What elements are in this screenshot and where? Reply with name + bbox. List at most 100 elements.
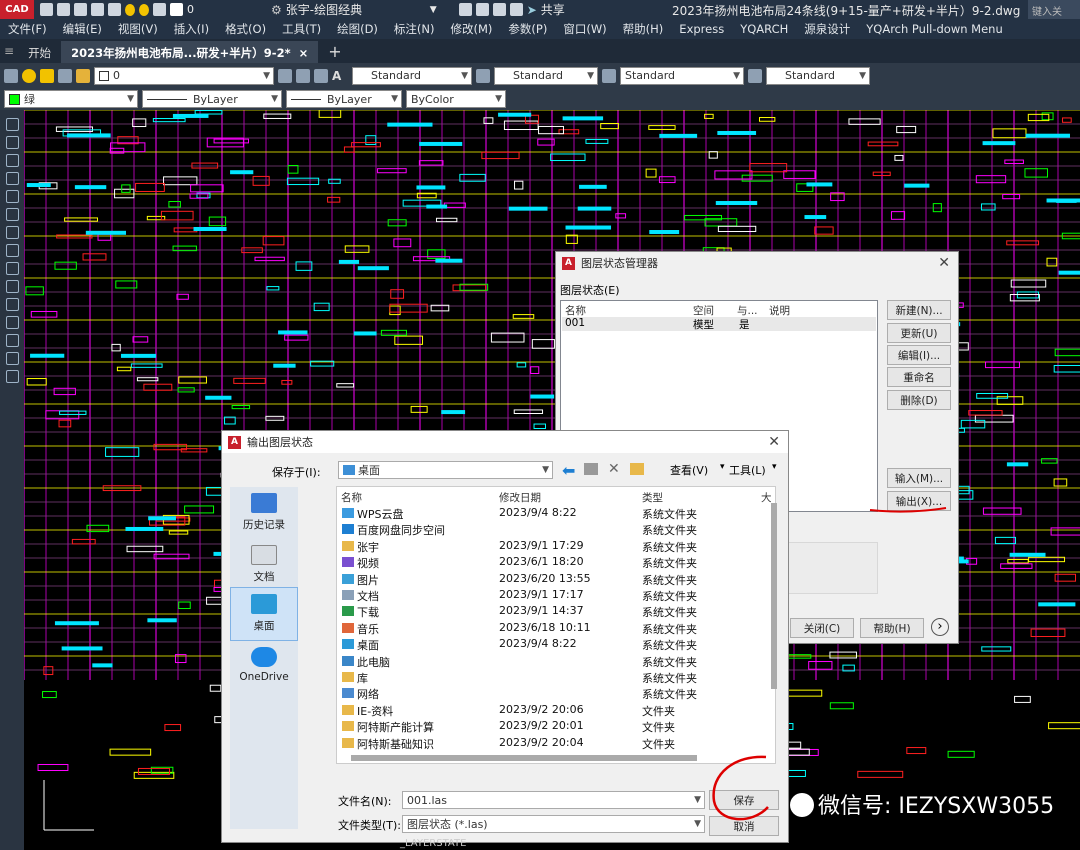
- list-item[interactable]: 库 系统文件夹: [337, 669, 757, 685]
- hatch-tool-icon[interactable]: [5, 298, 19, 311]
- sun-icon[interactable]: [40, 68, 54, 83]
- back-icon[interactable]: ⬅: [562, 461, 575, 480]
- column-header-name[interactable]: 名称: [341, 490, 362, 505]
- menu-item[interactable]: 标注(N): [386, 21, 443, 37]
- menu-item[interactable]: 工具(T): [274, 21, 329, 37]
- horizontal-scrollbar[interactable]: [351, 755, 697, 761]
- circle-tool-icon[interactable]: [5, 208, 19, 221]
- chevron-down-icon[interactable]: ▾: [772, 462, 777, 472]
- close-icon[interactable]: ✕: [938, 255, 950, 271]
- list-item[interactable]: 张宇 2023/9/1 17:29 系统文件夹: [337, 538, 757, 554]
- tools-menu[interactable]: 工具(L): [729, 462, 766, 478]
- mleader-style-dropdown[interactable]: Standard ▼: [766, 66, 870, 85]
- menu-item[interactable]: 源泉设计: [796, 21, 858, 37]
- layer-properties-icon[interactable]: [4, 68, 18, 83]
- viewport-icon[interactable]: [58, 68, 72, 83]
- list-item[interactable]: 下载 2023/9/1 14:37 系统文件夹: [337, 603, 757, 619]
- filetype-dropdown[interactable]: 图层状态 (*.las) ▼: [402, 815, 705, 833]
- region-tool-icon[interactable]: [5, 316, 19, 329]
- menu-item[interactable]: YQARCH: [732, 22, 796, 36]
- polygon-tool-icon[interactable]: [5, 172, 19, 185]
- table-tool-icon[interactable]: [5, 334, 19, 347]
- place-onedrive[interactable]: OneDrive: [230, 647, 298, 683]
- text-style-icon[interactable]: A: [332, 69, 348, 83]
- column-header-match[interactable]: 与...: [737, 303, 758, 318]
- menu-item[interactable]: 视图(V): [110, 21, 166, 37]
- spline-tool-icon[interactable]: [5, 226, 19, 239]
- file-list[interactable]: 名称 修改日期 类型 大 WPS云盘 2023/9/4 8:22 系统文件夹 百度网盘…: [336, 486, 777, 764]
- mleader-style-icon[interactable]: [748, 68, 762, 83]
- text-tool-icon[interactable]: [5, 352, 19, 365]
- command-line[interactable]: _LAYERSTATE: [400, 838, 466, 849]
- list-item[interactable]: 图片 2023/6/20 13:55 系统文件夹: [337, 571, 757, 587]
- new-tab-button[interactable]: +: [318, 42, 351, 63]
- column-header-size[interactable]: 大: [761, 490, 772, 505]
- save-in-dropdown[interactable]: 桌面 ▼: [338, 461, 553, 479]
- publish-icon[interactable]: [475, 3, 489, 16]
- list-item[interactable]: 音乐 2023/6/18 10:11 系统文件夹: [337, 620, 757, 636]
- menu-item[interactable]: 窗口(W): [555, 21, 614, 37]
- app-logo[interactable]: CAD: [0, 0, 34, 19]
- ellipse-tool-icon[interactable]: [5, 244, 19, 257]
- new-button[interactable]: 新建(N)...: [887, 300, 951, 320]
- arc-tool-icon[interactable]: [5, 154, 19, 167]
- filename-input[interactable]: 001.las ▼: [402, 791, 705, 809]
- layer-lock-icon[interactable]: [153, 3, 166, 16]
- menu-item[interactable]: 编辑(E): [55, 21, 110, 37]
- tab-start[interactable]: 开始: [18, 41, 61, 63]
- chevron-down-icon[interactable]: ▼: [430, 5, 437, 15]
- list-item[interactable]: IE-资料 2023/9/2 20:06 文件夹: [337, 702, 757, 718]
- line-tool-icon[interactable]: [5, 118, 19, 131]
- place-history[interactable]: 历史记录: [230, 493, 298, 532]
- menu-item[interactable]: 修改(M): [443, 21, 501, 37]
- list-item[interactable]: 阿特斯基础知识 2023/9/2 20:04 文件夹: [337, 735, 757, 751]
- close-icon[interactable]: ✕: [768, 434, 780, 450]
- sheet-icon[interactable]: [458, 3, 472, 16]
- view-menu[interactable]: 查看(V): [670, 462, 708, 478]
- layer-dropdown[interactable]: 0 ▼: [94, 66, 274, 85]
- layer-on-icon[interactable]: [125, 3, 135, 16]
- move-tool-icon[interactable]: [5, 370, 19, 383]
- new-file-icon[interactable]: [40, 3, 53, 16]
- delete-icon[interactable]: ✕: [608, 461, 620, 477]
- vertical-scrollbar[interactable]: [771, 503, 777, 689]
- list-item[interactable]: 视频 2023/6/1 18:20 系统文件夹: [337, 554, 757, 570]
- layer-state-icon[interactable]: [278, 68, 292, 83]
- close-icon[interactable]: ×: [299, 46, 309, 60]
- point-tool-icon[interactable]: [5, 280, 19, 293]
- open-file-icon[interactable]: [57, 3, 70, 16]
- quick-layer-value[interactable]: 0: [187, 3, 267, 16]
- tab-active-drawing[interactable]: 2023年扬州电池布局...研发+半片）9-2* ×: [61, 41, 319, 63]
- gear-icon[interactable]: ⚙: [271, 3, 282, 17]
- share-button[interactable]: 共享: [541, 1, 565, 18]
- share-icon[interactable]: ➤: [527, 3, 537, 17]
- color-dropdown[interactable]: 绿 ▼: [4, 90, 138, 108]
- more-options-button[interactable]: ›: [931, 618, 949, 636]
- place-documents[interactable]: 文档: [230, 545, 298, 584]
- layer-previous-icon[interactable]: [314, 68, 328, 83]
- rename-button[interactable]: 重命名: [887, 367, 951, 387]
- place-desktop[interactable]: 桌面: [230, 587, 298, 641]
- linetype-dropdown[interactable]: ByLayer ▼: [142, 90, 282, 108]
- dim-style-icon[interactable]: [476, 68, 490, 83]
- print-icon[interactable]: [108, 3, 121, 16]
- column-header-type[interactable]: 类型: [642, 490, 663, 505]
- menu-item[interactable]: 帮助(H): [615, 21, 672, 37]
- list-item[interactable]: 文档 2023/9/1 17:17 系统文件夹: [337, 587, 757, 603]
- save-icon[interactable]: [74, 3, 87, 16]
- column-header-space[interactable]: 空间: [693, 303, 714, 318]
- layer-color-icon[interactable]: [170, 3, 183, 16]
- chevron-down-icon[interactable]: ▾: [720, 462, 725, 472]
- table-style-icon[interactable]: [602, 68, 616, 83]
- edit-button[interactable]: 编辑(I)...: [887, 345, 951, 365]
- layer-match-icon[interactable]: [296, 68, 310, 83]
- menu-item[interactable]: 参数(P): [500, 21, 555, 37]
- menu-item[interactable]: 绘图(D): [329, 21, 386, 37]
- search-input[interactable]: 键入关: [1028, 0, 1080, 19]
- update-button[interactable]: 更新(U): [887, 323, 951, 343]
- lock-icon[interactable]: [76, 68, 90, 83]
- delete-button[interactable]: 删除(D): [887, 390, 951, 410]
- save-as-icon[interactable]: [91, 3, 104, 16]
- list-item[interactable]: 阿特斯产能计算 2023/9/2 20:01 文件夹: [337, 718, 757, 734]
- close-button[interactable]: 关闭(C): [790, 618, 854, 638]
